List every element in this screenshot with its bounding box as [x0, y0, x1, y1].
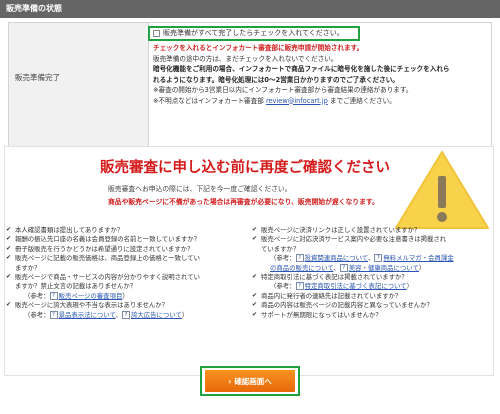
check-icon: ✔	[6, 235, 12, 243]
reference-line: （参考：? 投資関連商品について、? 無料メルマガ・会員課金 の商品の販売について、?…	[252, 254, 492, 273]
check-icon: ✔	[6, 254, 12, 262]
confirm-screen-button[interactable]: › 確認画面へ	[205, 370, 295, 392]
check-icon: ✔	[6, 273, 12, 281]
ready-checkbox[interactable]	[153, 30, 160, 37]
checklist-text: 報酬の振込先口座の名義は会員登録の名前と一致していますか？	[15, 235, 201, 244]
checklist-text: ていますか？	[261, 244, 300, 253]
confirm-intro: 販売審査へお申込の際には、下記を今一度ご確認ください。	[108, 185, 292, 193]
check-icon: ✔	[6, 226, 12, 233]
reference-link[interactable]: 誇大広告について	[131, 311, 182, 319]
ref-suffix: ）	[181, 310, 189, 319]
reference-line: （参考：? 販売ページの審査項目）	[6, 291, 250, 301]
status-label: 販売準備完了	[15, 73, 60, 82]
reference-line: （参考：? 景品表示法について、? 誇大広告について）	[6, 310, 250, 320]
check-icon: ✔	[6, 244, 12, 252]
ref-prefix: （参考：	[270, 282, 296, 291]
contact-email-link[interactable]: review@infocart.jp	[266, 97, 328, 105]
status-note: 販売準備の途中の方は、まだチェックを入れないでください。	[153, 54, 338, 63]
check-icon: ✔	[252, 291, 258, 299]
checklist-text: 本人確認書類は提出してありますか？	[15, 226, 124, 234]
chevron-right-icon: ›	[228, 376, 232, 386]
checklist-left: ✔ 本人確認書類は提出してありますか？ ✔ 報酬の振込先口座の名義は会員登録の名前と…	[6, 226, 250, 320]
help-icon: ?	[374, 254, 383, 263]
checklist-text: 商品内に発行者の連絡先は記載されていますか？	[261, 291, 402, 300]
checklist-item: ✔ 販売ページで商品・サービスの内容が分かりやすく説明されてい ますか？禁止文言の記…	[6, 273, 250, 292]
help-icon: ?	[339, 263, 348, 272]
checklist-item: ✔ 販売ページに決済リンクは正しく設置されていますか？	[252, 226, 492, 235]
checklist-text: 販売ページに記載の販売価格は、商品登録上の価格と一致してい	[15, 254, 201, 263]
section-header: 販売準備の状態	[0, 0, 500, 18]
checklist-text: 販売ページで商品・サービスの内容が分かりやすく説明されてい	[15, 273, 201, 282]
checklist-item: ✔ 本人確認書類は提出してありますか？	[6, 226, 250, 235]
status-note: ※審査の開始から3営業日以内にインフォカート審査部から審査結果の連絡があります。	[153, 86, 413, 94]
reference-link[interactable]: 特定商取引法に基づく表記について	[305, 282, 407, 290]
confirm-screen-button-label: 確認画面へ	[234, 376, 272, 386]
checklist-text: 特定商取引法に基づく表記は掲載されていますか？	[261, 273, 408, 282]
checklist-item: ✔ サポートが無期限になってはいませんか？	[252, 311, 492, 320]
status-note: れるようになります。暗号化処理には0～2営業日かかりますのでご了承ください。	[153, 75, 399, 84]
checklist-text: 販売ページに決済リンクは正しく設置されていますか？	[261, 226, 421, 234]
status-notes: チェックを入れるとインフォカート審査部に販売申請が開始されます。 販売準備の途中…	[153, 43, 483, 106]
ref-prefix: （参考：	[24, 291, 50, 300]
reference-link[interactable]: 無料メルマガ・会員課金	[383, 254, 453, 262]
checklist-text: 商品の内容は販売ページの記載内容と異なっていませんか？	[261, 301, 433, 310]
confirm-title: 販売審査に申し込む前に再度ご確認ください	[100, 160, 390, 176]
checklist-item: ✔ 冊子版販売を行うかどうかは希望通りに設定されていますか？	[6, 245, 250, 254]
checklist-item: ✔ 販売ページに対応決済サービス案内や必要な注意書きは掲載され ていますか？	[252, 235, 492, 254]
reference-link[interactable]: 販売ページの審査項目	[59, 292, 123, 300]
help-icon: ?	[295, 282, 304, 291]
reference-link[interactable]: 美容・健康商品について	[349, 264, 419, 272]
ready-checkbox-row[interactable]: 販売準備がすべて完了したらチェックを入れてください。	[153, 29, 344, 38]
checklist-right: ✔ 販売ページに決済リンクは正しく設置されていますか？ ✔ 販売ページに対応決済サー…	[252, 226, 492, 320]
checklist-text: 販売ページに誇大表現や不当な表示はありませんか？	[15, 301, 169, 310]
checklist-text: ますか？禁止文言の記載はありませんか？	[15, 282, 137, 291]
ref-suffix: ）	[122, 291, 129, 300]
reference-link[interactable]: 投資関連商品について	[305, 254, 368, 262]
ready-checkbox-label: 販売準備がすべて完了したらチェックを入れてください。	[163, 29, 344, 37]
reference-link[interactable]: 景品表示法について	[59, 311, 116, 319]
status-note: 暗号化機能をご利用の場合、インフォカートで商品ファイルに暗号化を施した後にチェッ…	[153, 65, 450, 73]
ref-prefix: （参考：	[270, 254, 296, 263]
help-icon: ?	[121, 310, 130, 319]
checklist-text: 冊子版販売を行うかどうかは希望通りに設定されていますか？	[15, 244, 194, 253]
checklist-item: ✔ 販売ページに記載の販売価格は、商品登録上の価格と一致してい ますか？	[6, 254, 250, 273]
ref-suffix: ）	[418, 263, 426, 272]
ref-suffix: ）	[406, 282, 414, 291]
checklist-text: サポートが無期限になってはいませんか？	[261, 310, 382, 319]
checklist-item: ✔ 特定商取引法に基づく表記は掲載されていますか？	[252, 273, 492, 282]
check-icon: ✔	[252, 301, 258, 309]
checklist-item: ✔ 報酬の振込先口座の名義は会員登録の名前と一致していますか？	[6, 235, 250, 244]
help-icon: ?	[49, 310, 58, 319]
check-icon: ✔	[252, 235, 258, 243]
section-title: 販売準備の状態	[6, 4, 62, 13]
checklist-item: ✔ 商品内に発行者の連絡先は記載されていますか？	[252, 292, 492, 301]
check-icon: ✔	[252, 273, 258, 281]
checklist-text: 販売ページに対応決済サービス案内や必要な注意書きは掲載され	[261, 235, 447, 244]
contact-suffix: までご連絡ください。	[329, 96, 396, 105]
reference-line: （参考：? 特定商取引法に基づく表記について）	[252, 282, 492, 291]
ref-prefix: （参考：	[24, 310, 50, 319]
help-icon: ?	[49, 291, 58, 300]
contact-prefix: ※不明点などはインフォカート審査部	[153, 96, 264, 105]
status-label-cell: 販売準備完了	[9, 23, 149, 149]
status-note: チェックを入れるとインフォカート審査部に販売申請が開始されます。	[153, 44, 364, 52]
contact-line: ※不明点などはインフォカート審査部 review@infocart.jp までご…	[153, 96, 483, 107]
help-icon: ?	[295, 254, 304, 263]
reference-link[interactable]: の商品の販売について	[270, 264, 333, 272]
checklist-text: ますか？	[15, 263, 41, 272]
check-icon: ✔	[252, 310, 258, 318]
warning-icon	[395, 151, 489, 229]
check-icon: ✔	[6, 301, 12, 309]
checklist-item: ✔ 販売ページに誇大表現や不当な表示はありませんか？	[6, 301, 250, 310]
check-icon: ✔	[252, 226, 258, 233]
checklist-item: ✔ 商品の内容は販売ページの記載内容と異なっていませんか？	[252, 301, 492, 310]
confirm-warning-text: 商品や販売ページに不備があった場合は再審査が必要になり、販売開始が遅くなります。	[108, 198, 379, 206]
